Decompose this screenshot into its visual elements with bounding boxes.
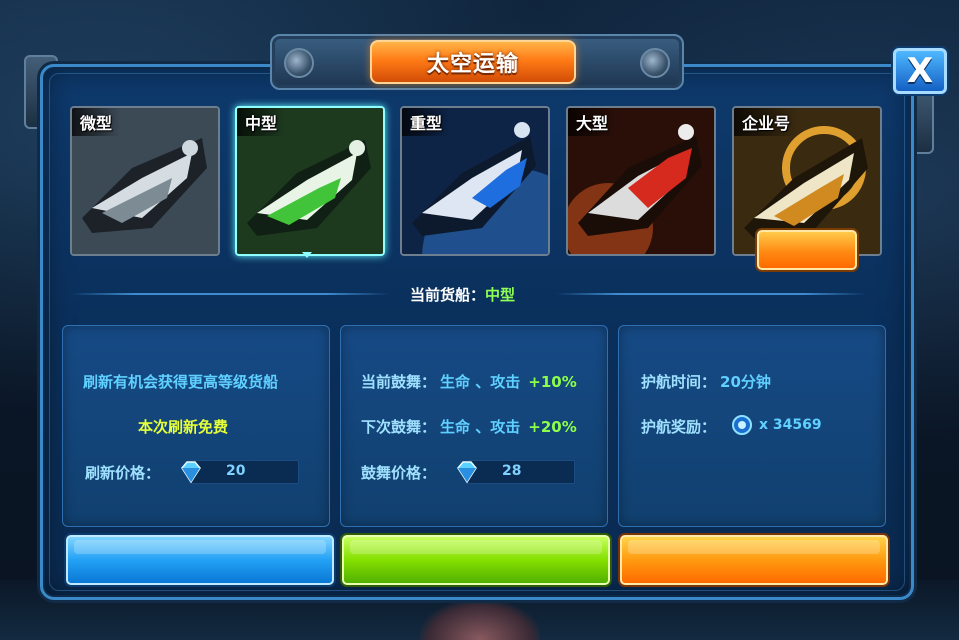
inspire-price-label: 鼓舞价格：: [361, 464, 437, 482]
escort-reward-label: 护航奖励：: [641, 418, 717, 436]
divider-left: [70, 293, 390, 295]
ship-card-heavy[interactable]: 重型: [400, 106, 550, 256]
energy-orb-icon: [732, 415, 752, 435]
escort-reward-value: x 34569: [759, 417, 822, 433]
character-legs: [420, 600, 540, 640]
ship-label-micro: 微型: [72, 108, 121, 136]
current-cargo-value: 中型: [485, 286, 516, 304]
ship-label-enterprise: 企业号: [734, 108, 799, 136]
inspire-info-box: 当前鼓舞： 生命 、攻击 +10% 下次鼓舞： 生命 、攻击 +20% 鼓舞价格： 28: [340, 325, 608, 527]
diamond-icon: [181, 461, 201, 484]
inspire-price-field: 28: [457, 460, 575, 484]
escort-time-label: 护航时间：: [641, 373, 717, 391]
dialog-title-text: 太空运输: [426, 52, 519, 77]
ship-label-medium: 中型: [237, 108, 286, 136]
current-inspire-bonus: +10%: [528, 373, 577, 391]
refresh-info-box: 刷新有机会获得更高等级货船 本次刷新免费 刷新价格： 20: [62, 325, 330, 527]
refresh-button[interactable]: [66, 535, 334, 585]
bolt-ornament-right: [640, 48, 670, 78]
diamond-icon: [457, 461, 477, 484]
refresh-price-value: 20: [226, 463, 246, 479]
refresh-free-text: 本次刷新免费: [138, 418, 229, 436]
divider-right: [556, 293, 866, 295]
bolt-ornament-left: [284, 48, 314, 78]
selected-ship-pointer: [302, 252, 312, 258]
ship-card-medium[interactable]: 中型: [235, 106, 385, 256]
refresh-price-field: 20: [181, 460, 299, 484]
escort-reward-row: 护航奖励：: [641, 416, 716, 437]
ship-card-large[interactable]: 大型: [566, 106, 716, 256]
current-inspire-label: 当前鼓舞：: [361, 373, 437, 391]
current-inspire-row: 当前鼓舞： 生命 、攻击 +10%: [361, 371, 577, 392]
escort-time-value: 20分钟: [720, 373, 771, 391]
escort-button[interactable]: [620, 535, 888, 585]
close-button[interactable]: X: [893, 48, 947, 94]
refresh-price-label: 刷新价格：: [85, 464, 161, 482]
current-cargo-label: 当前货船：: [410, 286, 486, 304]
ship-label-large: 大型: [568, 108, 617, 136]
ship-label-heavy: 重型: [402, 108, 451, 136]
current-cargo-ship: 当前货船：中型: [410, 284, 515, 305]
escort-time-row: 护航时间： 20分钟: [641, 371, 771, 392]
inspire-button[interactable]: [342, 535, 610, 585]
inspire-price-value: 28: [502, 463, 522, 479]
ship-card-micro[interactable]: 微型: [70, 106, 220, 256]
next-inspire-row: 下次鼓舞： 生命 、攻击 +20%: [361, 416, 577, 437]
current-inspire-attr: 生命 、攻击: [440, 373, 521, 391]
next-inspire-bonus: +20%: [528, 418, 577, 436]
close-icon: X: [906, 51, 934, 91]
escort-info-box: 护航时间： 20分钟 护航奖励： x 34569: [618, 325, 886, 527]
enterprise-select-button[interactable]: [757, 230, 857, 270]
dialog-title: 太空运输: [370, 40, 576, 84]
next-inspire-label: 下次鼓舞：: [361, 418, 437, 436]
refresh-hint: 刷新有机会获得更高等级货船: [83, 373, 279, 391]
next-inspire-attr: 生命 、攻击: [440, 418, 521, 436]
